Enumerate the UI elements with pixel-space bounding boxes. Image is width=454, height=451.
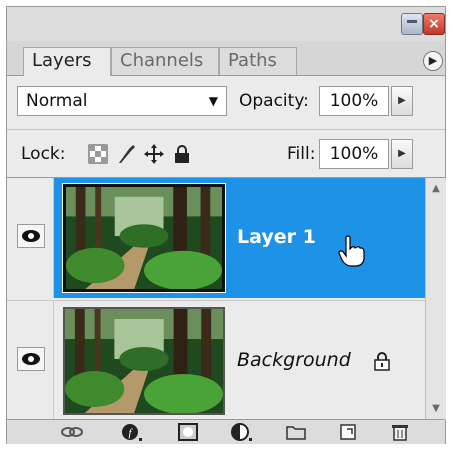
lock-image-pixels-icon[interactable] xyxy=(115,143,137,165)
lock-all-icon[interactable] xyxy=(171,143,193,165)
column-divider xyxy=(53,178,54,298)
layer-style-icon[interactable]: f xyxy=(121,422,143,442)
layer-name[interactable]: Layer 1 xyxy=(237,224,316,250)
opacity-label: Opacity: xyxy=(239,91,309,111)
panel-menu-button[interactable]: ▶ xyxy=(423,51,443,71)
layers-panel: × Layers Channels Paths ▶ Normal ▼ Opaci… xyxy=(6,6,446,444)
minimize-button[interactable] xyxy=(401,13,423,35)
blend-opacity-row: Normal ▼ Opacity: 100% ▶ xyxy=(7,77,445,125)
circle-right-arrow-icon: ▶ xyxy=(428,54,438,67)
visibility-toggle[interactable] xyxy=(17,224,45,248)
lock-transparent-pixels-icon[interactable] xyxy=(87,143,109,165)
close-icon: × xyxy=(428,16,440,32)
fill-slider-button[interactable]: ▶ xyxy=(391,139,413,169)
panel-titlebar: × xyxy=(7,7,445,41)
layer-name[interactable]: Background xyxy=(237,347,351,373)
lock-icon xyxy=(374,352,390,371)
delete-layer-icon[interactable] xyxy=(389,422,411,442)
adjustment-layer-icon[interactable] xyxy=(231,422,253,442)
tab-layers[interactable]: Layers xyxy=(23,47,111,76)
link-layers-icon[interactable] xyxy=(61,422,83,442)
scroll-down-arrow-icon[interactable]: ▼ xyxy=(429,402,443,416)
vertical-scrollbar[interactable]: ▲ ▼ xyxy=(425,177,446,420)
tab-channels[interactable]: Channels xyxy=(111,47,219,75)
eye-icon xyxy=(22,353,40,365)
close-button[interactable]: × xyxy=(423,13,445,35)
new-layer-icon[interactable] xyxy=(337,422,359,442)
visibility-toggle[interactable] xyxy=(17,347,45,371)
panel-tabs: Layers Channels Paths ▶ xyxy=(7,41,445,76)
eye-icon xyxy=(22,230,40,242)
opacity-input[interactable]: 100% xyxy=(319,86,389,116)
blend-mode-value: Normal xyxy=(26,91,88,111)
tab-paths[interactable]: Paths xyxy=(219,47,297,75)
fill-input[interactable]: 100% xyxy=(319,139,389,169)
column-divider xyxy=(53,301,54,421)
lock-fill-row: Lock: Fill: 100% ▶ xyxy=(7,129,445,178)
layer-thumbnail[interactable] xyxy=(63,307,225,415)
panel-bottom-toolbar: f xyxy=(7,419,445,444)
lock-label: Lock: xyxy=(21,144,66,164)
scroll-up-arrow-icon[interactable]: ▲ xyxy=(429,182,443,196)
layers-list: Layer 1 Background xyxy=(7,177,425,421)
layer-row-background[interactable]: Background xyxy=(7,300,425,421)
dropdown-arrow-icon: ▼ xyxy=(208,94,218,108)
layer-row-layer-1[interactable]: Layer 1 xyxy=(7,178,425,298)
layer-thumbnail[interactable] xyxy=(62,183,226,293)
fill-label: Fill: xyxy=(287,144,316,164)
opacity-slider-button[interactable]: ▶ xyxy=(391,86,413,116)
layer-mask-icon[interactable] xyxy=(177,422,199,442)
lock-position-icon[interactable] xyxy=(143,143,165,165)
new-group-icon[interactable] xyxy=(285,422,307,442)
minimize-icon xyxy=(407,20,417,23)
blend-mode-select[interactable]: Normal ▼ xyxy=(17,86,227,116)
hand-cursor-icon xyxy=(338,235,365,267)
right-arrow-icon: ▶ xyxy=(398,148,406,159)
right-arrow-icon: ▶ xyxy=(398,95,406,106)
